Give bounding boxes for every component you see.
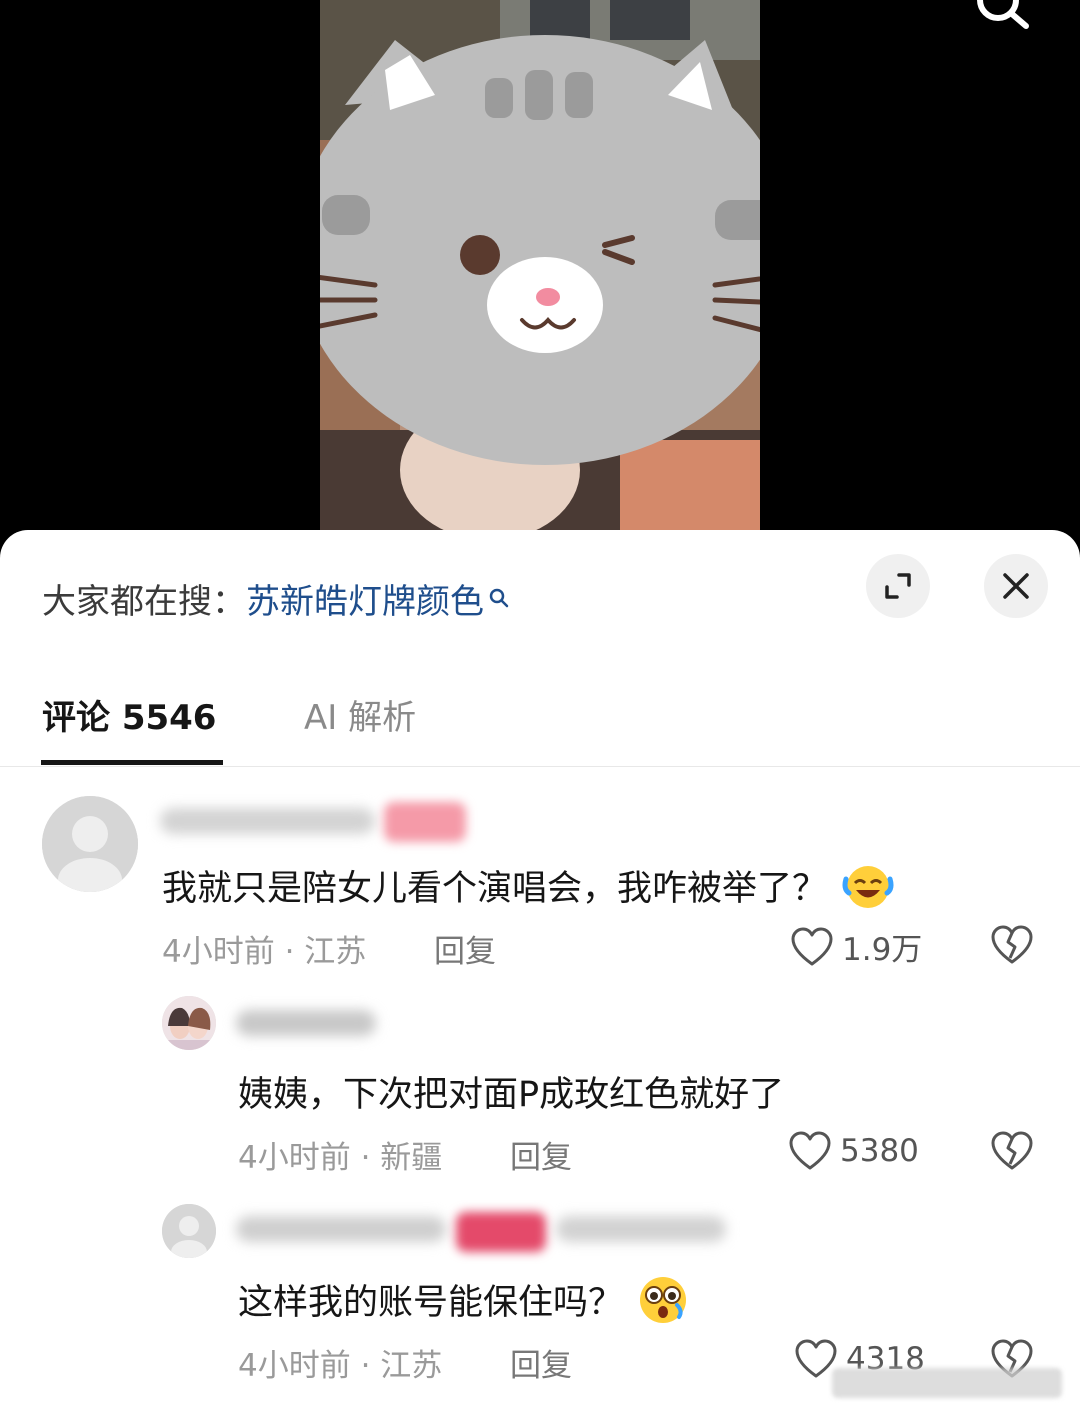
user-badge <box>384 802 466 842</box>
active-tab-indicator <box>41 760 223 765</box>
close-icon <box>1003 573 1029 599</box>
close-button[interactable] <box>984 554 1048 618</box>
broken-heart-icon <box>991 1131 1033 1170</box>
comment-meta: 4小时前 · 江苏 <box>238 1348 443 1384</box>
expand-button[interactable] <box>866 554 930 618</box>
watermark <box>832 1368 1062 1398</box>
video-player[interactable] <box>0 0 1080 560</box>
reply-target-redacted[interactable] <box>556 1216 726 1242</box>
broken-heart-icon <box>991 925 1033 964</box>
tab-ai-analysis[interactable]: AI 解析 <box>304 690 416 739</box>
heart-icon <box>789 1131 831 1170</box>
rolling-laughing-emoji <box>841 863 895 918</box>
dislike-button[interactable] <box>990 924 1034 970</box>
video-still <box>320 0 760 560</box>
dislike-button[interactable] <box>990 1130 1034 1176</box>
tab-comments[interactable]: 评论 5546 <box>42 690 216 739</box>
avatar[interactable] <box>42 796 138 892</box>
comment-text: 我就只是陪女儿看个演唱会，我咋被举了？ <box>162 860 895 918</box>
cat-sticker <box>320 35 760 465</box>
search-icon[interactable] <box>972 0 1036 36</box>
like-count: 5380 <box>840 1133 919 1169</box>
tab-bar: 评论 5546 AI 解析 <box>0 680 1080 767</box>
like-count: 1.9万 <box>842 932 923 968</box>
comment-text-content: 这样我的账号能保住吗？ <box>238 1283 624 1323</box>
username-redacted[interactable] <box>236 1216 446 1242</box>
comment-meta: 4小时前 · 江苏 <box>162 934 367 970</box>
video-frame[interactable] <box>320 0 760 560</box>
heart-icon <box>791 927 833 965</box>
reply-button[interactable]: 回复 <box>510 1132 572 1177</box>
flushed-emoji <box>637 1275 689 1334</box>
trending-prefix: 大家都在搜： <box>42 582 246 622</box>
comment-meta: 4小时前 · 新疆 <box>238 1140 443 1176</box>
expand-icon <box>885 573 911 599</box>
reply-button[interactable]: 回复 <box>510 1340 572 1385</box>
avatar[interactable] <box>162 996 216 1050</box>
keyword-search-icon <box>488 578 510 608</box>
user-badge <box>456 1212 546 1252</box>
comment-sheet: 大家都在搜：苏新皓灯牌颜色 评论 5546 AI 解析 我就只是陪女儿看个演唱会… <box>0 530 1080 1404</box>
trending-keyword[interactable]: 苏新皓灯牌颜色 <box>246 582 484 622</box>
comment-text: 这样我的账号能保住吗？ <box>238 1274 689 1334</box>
like-button[interactable]: 1.9万 <box>790 924 922 969</box>
username-redacted[interactable] <box>160 808 375 834</box>
avatar[interactable] <box>162 1204 216 1258</box>
trending-search-bar[interactable]: 大家都在搜：苏新皓灯牌颜色 <box>42 574 510 623</box>
comment-text-content: 我就只是陪女儿看个演唱会，我咋被举了？ <box>162 869 828 909</box>
reply-button[interactable]: 回复 <box>434 926 496 971</box>
like-button[interactable]: 5380 <box>788 1130 919 1172</box>
username-redacted[interactable] <box>236 1010 376 1036</box>
comment-text: 姨姨，下次把对面P成玫红色就好了 <box>238 1075 785 1115</box>
